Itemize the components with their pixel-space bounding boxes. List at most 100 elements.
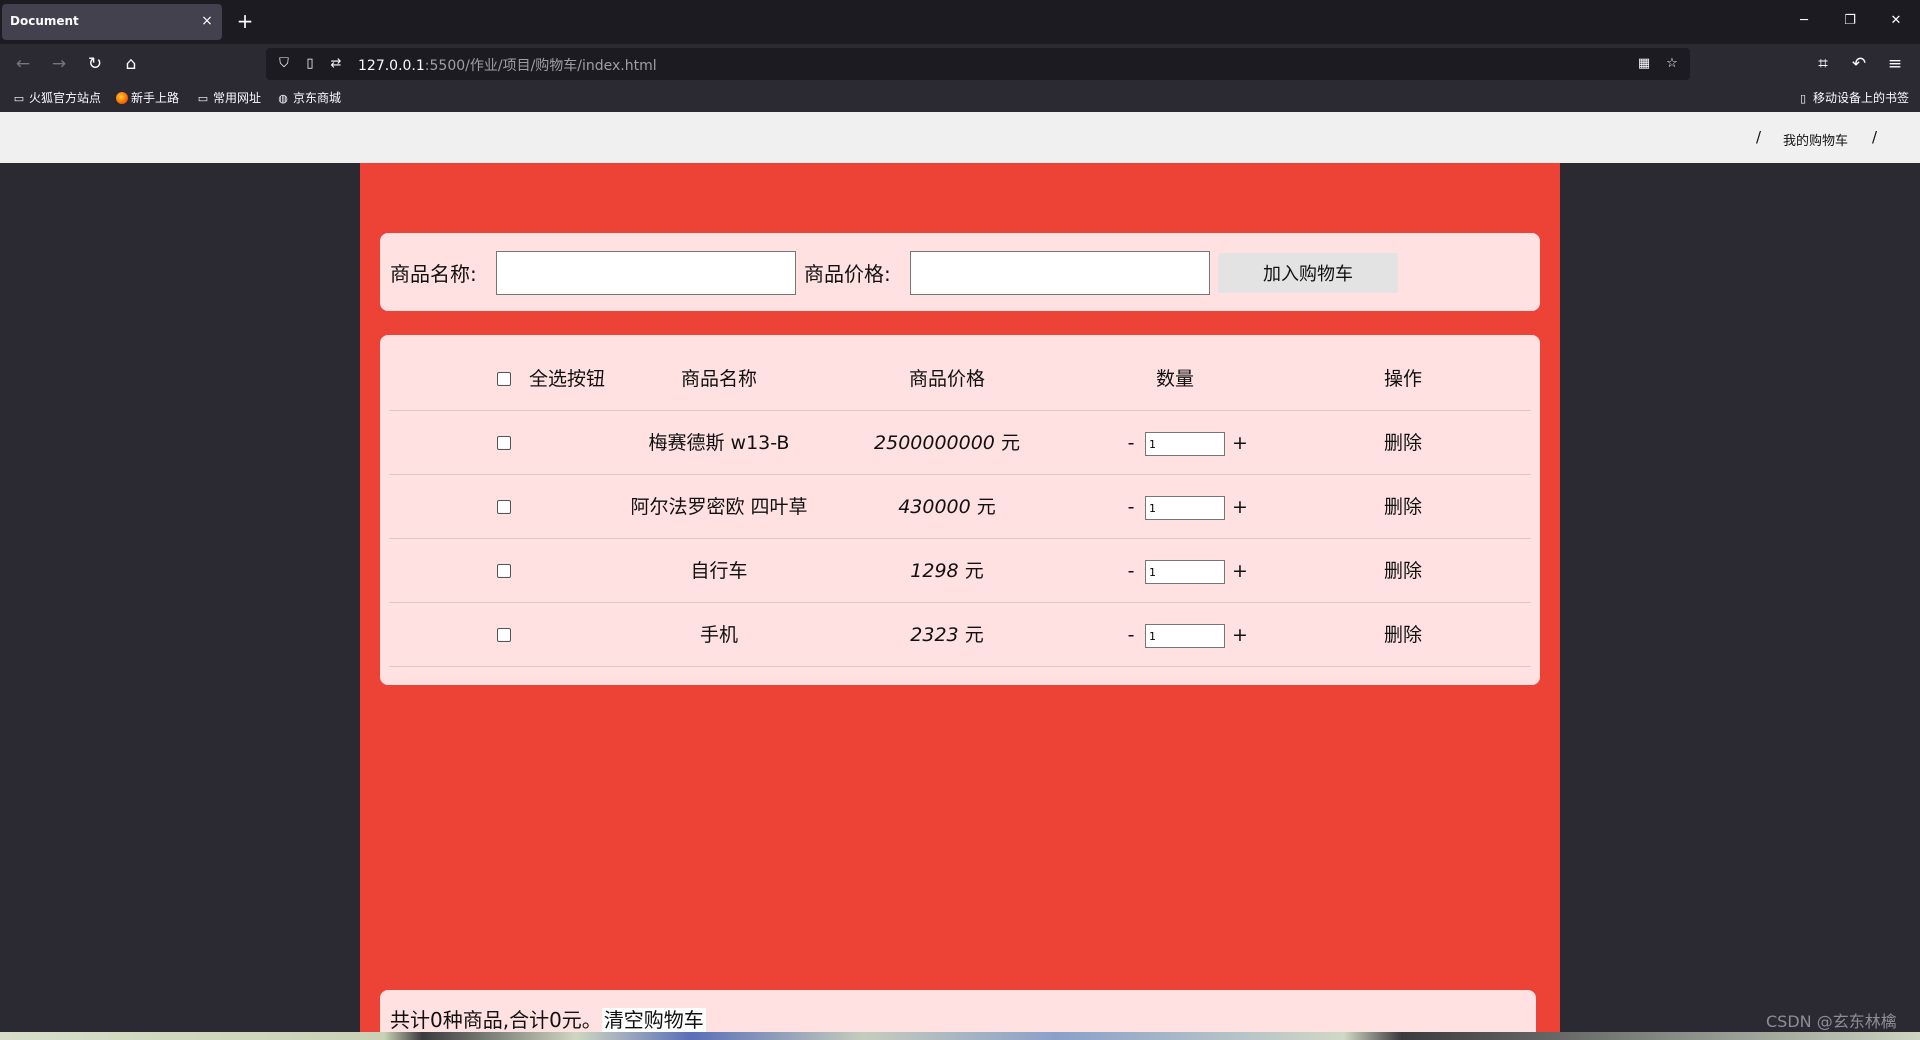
product-price: 430000 元 xyxy=(847,475,1047,539)
shield-icon[interactable]: ⛉ xyxy=(274,54,294,74)
watermark: CSDN @玄东林檎 xyxy=(1766,1012,1897,1031)
address-bar[interactable]: ⛉ ▯ ⇄ 127.0.0.1:5500/作业/项目/购物车/index.htm… xyxy=(266,48,1690,80)
reload-icon[interactable]: ↻ xyxy=(82,51,108,77)
undo-icon[interactable]: ↶ xyxy=(1846,51,1872,77)
price-unit: 元 xyxy=(976,496,996,518)
bookmark-label: 京东商城 xyxy=(293,91,342,105)
new-tab-icon[interactable]: + xyxy=(232,8,258,34)
product-name: 自行车 xyxy=(690,560,748,582)
delete-button[interactable]: 删除 xyxy=(1303,603,1503,667)
row-checkbox[interactable] xyxy=(497,564,511,578)
page-icon[interactable]: ▯ xyxy=(300,54,320,74)
url-path: :5500/作业/项目/购物车/index.html xyxy=(424,58,657,74)
tab-title: Document xyxy=(10,14,79,28)
decrease-quantity-button[interactable]: - xyxy=(1122,603,1140,667)
bookmark-label: 常用网址 xyxy=(213,91,262,105)
increase-quantity-button[interactable]: + xyxy=(1231,475,1249,539)
select-all-label: 全选按钮 xyxy=(529,368,606,390)
header-quantity: 数量 xyxy=(1155,368,1194,390)
bookmarks-bar: ▭ 火狐官方站点 新手上路 ▭ 常用网址 ◍ 京东商城 ▯ 移动设备上的书签 xyxy=(0,84,1920,112)
decrease-quantity-button[interactable]: - xyxy=(1122,539,1140,603)
breadcrumb-my-cart-link[interactable]: 我的购物车 xyxy=(1783,130,1848,149)
menu-icon[interactable]: ≡ xyxy=(1882,51,1908,77)
price-value: 430000 xyxy=(898,496,971,518)
breadcrumb-separator: / xyxy=(1756,128,1762,146)
url-text[interactable]: 127.0.0.1:5500/作业/项目/购物车/index.html xyxy=(358,55,657,75)
add-to-cart-button[interactable]: 加入购物车 xyxy=(1218,253,1398,293)
mobile-bookmarks[interactable]: ▯ 移动设备上的书签 xyxy=(1796,89,1909,107)
summary-line: 共计0种商品,合计0元。 清空购物车 xyxy=(390,1004,706,1033)
cart-container: 商品名称: 商品价格: 加入购物车 全选按钮 商品名称 商品价格 数量 操作 梅… xyxy=(360,163,1560,1040)
browser-tabbar: Document × + ─ ❐ ✕ xyxy=(0,0,1920,44)
table-row: 梅赛德斯 w13-B 2500000000 元 - + 删除 xyxy=(389,411,1531,475)
home-icon[interactable]: ⌂ xyxy=(118,51,144,77)
header-product-price: 商品价格 xyxy=(908,368,985,390)
increase-quantity-button[interactable]: + xyxy=(1231,603,1249,667)
back-icon[interactable]: ← xyxy=(10,51,36,77)
price-unit: 元 xyxy=(964,624,984,646)
permissions-icon[interactable]: ⇄ xyxy=(326,54,346,74)
product-name-label: 商品名称: xyxy=(390,262,477,286)
globe-icon: ◍ xyxy=(278,92,288,105)
cart-table: 全选按钮 商品名称 商品价格 数量 操作 梅赛德斯 w13-B 25000000… xyxy=(380,335,1540,685)
table-header-row: 全选按钮 商品名称 商品价格 数量 操作 xyxy=(389,347,1531,411)
price-value: 2323 xyxy=(910,624,959,646)
header-product-name: 商品名称 xyxy=(680,368,757,390)
product-price: 1298 元 xyxy=(847,539,1047,603)
page-viewport: / 我的购物车 / 商品名称: 商品价格: 加入购物车 全选按钮 商品名称 商品… xyxy=(0,112,1920,1040)
window-close-icon[interactable]: ✕ xyxy=(1876,8,1916,34)
product-name: 阿尔法罗密欧 四叶草 xyxy=(630,496,808,518)
decrease-quantity-button[interactable]: - xyxy=(1122,475,1140,539)
top-nav: / 我的购物车 / xyxy=(0,112,1920,163)
folder-icon: ▭ xyxy=(13,92,25,105)
bookmark-label: 新手上路 xyxy=(131,91,180,105)
bookmark-jd[interactable]: ◍ 京东商城 xyxy=(276,89,341,107)
summary-text: 共计0种商品,合计0元。 xyxy=(390,1008,602,1032)
delete-button[interactable]: 删除 xyxy=(1303,539,1503,603)
decrease-quantity-button[interactable]: - xyxy=(1122,411,1140,475)
select-all-checkbox[interactable] xyxy=(497,372,511,386)
product-price-label: 商品价格: xyxy=(804,262,891,286)
forward-icon[interactable]: → xyxy=(46,51,72,77)
product-name-input[interactable] xyxy=(496,251,796,295)
quantity-input[interactable] xyxy=(1145,496,1225,520)
bookmark-label: 火狐官方站点 xyxy=(29,91,102,105)
row-checkbox[interactable] xyxy=(497,500,511,514)
row-checkbox[interactable] xyxy=(497,436,511,450)
restore-icon[interactable]: ❐ xyxy=(1830,8,1870,34)
quantity-input[interactable] xyxy=(1145,432,1225,456)
tab-close-icon[interactable]: × xyxy=(198,12,216,30)
product-price-input[interactable] xyxy=(910,251,1210,295)
product-price: 2323 元 xyxy=(847,603,1047,667)
folder-icon: ▭ xyxy=(197,92,209,105)
delete-button[interactable]: 删除 xyxy=(1303,475,1503,539)
clear-cart-button[interactable]: 清空购物车 xyxy=(601,1008,706,1032)
bookmark-getting-started[interactable]: 新手上路 xyxy=(116,89,179,107)
increase-quantity-button[interactable]: + xyxy=(1231,411,1249,475)
url-host: 127.0.0.1 xyxy=(358,58,425,74)
delete-button[interactable]: 删除 xyxy=(1303,411,1503,475)
product-name: 梅赛德斯 w13-B xyxy=(648,432,790,454)
add-product-form: 商品名称: 商品价格: 加入购物车 xyxy=(380,233,1540,311)
bookmark-firefox-site[interactable]: ▭ 火狐官方站点 xyxy=(12,89,101,107)
screenshot-icon[interactable]: ⌗ xyxy=(1810,51,1836,77)
quantity-input[interactable] xyxy=(1145,624,1225,648)
mobile-icon: ▯ xyxy=(1799,92,1807,105)
firefox-icon xyxy=(116,92,128,104)
increase-quantity-button[interactable]: + xyxy=(1231,539,1249,603)
header-actions: 操作 xyxy=(1383,368,1422,390)
browser-tab[interactable]: Document × xyxy=(2,4,222,40)
qr-code-icon[interactable]: ▦ xyxy=(1634,54,1654,74)
price-unit: 元 xyxy=(1000,432,1020,454)
row-checkbox[interactable] xyxy=(497,628,511,642)
table-row: 手机 2323 元 - + 删除 xyxy=(389,603,1531,667)
bookmark-common-sites[interactable]: ▭ 常用网址 xyxy=(196,89,261,107)
quantity-input[interactable] xyxy=(1145,560,1225,584)
price-value: 2500000000 xyxy=(874,432,995,454)
bookmark-star-icon[interactable]: ☆ xyxy=(1662,54,1682,74)
table-row: 阿尔法罗密欧 四叶草 430000 元 - + 删除 xyxy=(389,475,1531,539)
breadcrumb-separator: / xyxy=(1872,128,1878,146)
product-name: 手机 xyxy=(699,624,738,646)
browser-navbar: ← → ↻ ⌂ ⛉ ▯ ⇄ 127.0.0.1:5500/作业/项目/购物车/i… xyxy=(0,44,1920,84)
minimize-icon[interactable]: ─ xyxy=(1784,8,1824,34)
